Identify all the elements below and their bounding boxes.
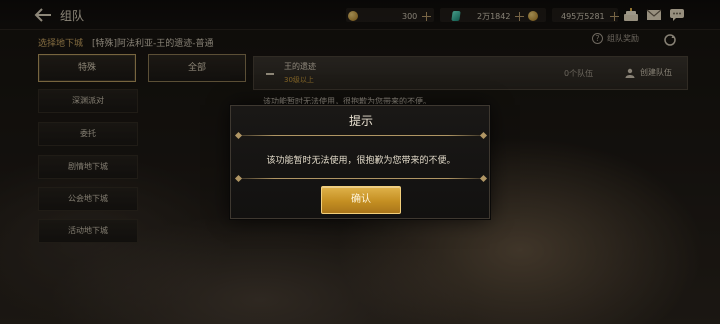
confirm-button[interactable]: 确认 (321, 186, 401, 214)
notice-dialog: 提示 该功能暂时无法使用，很抱歉为您带来的不便。 确认 (230, 105, 490, 219)
dialog-message: 该功能暂时无法使用，很抱歉为您带来的不便。 (266, 156, 456, 166)
dialog-divider-top (237, 135, 485, 136)
dialog-title: 提示 (348, 114, 373, 128)
dialog-divider-bottom (237, 178, 485, 179)
